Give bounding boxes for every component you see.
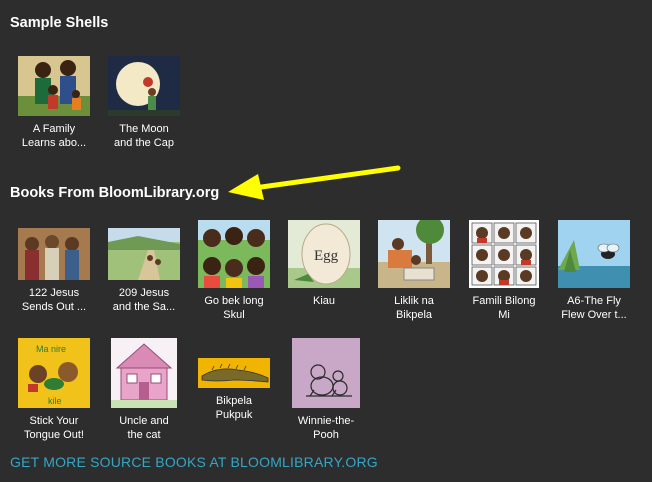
book-cover-image bbox=[469, 220, 539, 288]
book-cover-image bbox=[198, 358, 270, 388]
book-title: Uncle and the cat bbox=[119, 415, 169, 441]
book-title: Winnie-the- Pooh bbox=[297, 415, 355, 441]
book-title: 122 Jesus Sends Out ... bbox=[21, 287, 87, 313]
book-kiau[interactable]: Egg Kiau bbox=[286, 220, 362, 308]
book-stick-your-tongue-out[interactable]: Ma nire kile Stick Your Tongue Out! bbox=[16, 338, 92, 442]
book-cover-image: Ma nire kile bbox=[18, 338, 90, 408]
book-cover-image bbox=[378, 220, 450, 288]
book-title: A6-The Fly Flew Over t... bbox=[561, 295, 627, 321]
book-title: Famili Bilong Mi bbox=[472, 295, 536, 321]
section-title-bloom-library: Books From BloomLibrary.org bbox=[10, 185, 220, 201]
book-bikpela-pukpuk[interactable]: Bikpela Pukpuk bbox=[196, 338, 272, 422]
book-title: Liklik na Bikpela bbox=[394, 295, 434, 321]
book-cover-image: Egg bbox=[288, 220, 360, 288]
book-title: Go bek long Skul bbox=[204, 295, 264, 321]
book-cover-image bbox=[558, 220, 630, 288]
egg-label: Egg bbox=[314, 248, 339, 264]
book-cover-image bbox=[111, 338, 177, 408]
book-uncle-and-the-cat[interactable]: Uncle and the cat bbox=[106, 338, 182, 442]
book-title: Bikpela Pukpuk bbox=[215, 395, 253, 421]
book-title: The Moon and the Cap bbox=[114, 123, 174, 149]
cover-text-bottom: kile bbox=[48, 396, 62, 406]
book-title: Kiau bbox=[312, 295, 336, 307]
cover-text-top: Ma nire bbox=[36, 344, 66, 354]
book-cover-image bbox=[198, 220, 270, 288]
book-cover-image bbox=[18, 56, 90, 116]
book-the-moon-and-the-cap[interactable]: The Moon and the Cap bbox=[106, 56, 182, 150]
book-cover-image bbox=[292, 338, 360, 408]
book-cover-image bbox=[108, 56, 180, 116]
book-winnie-the-pooh[interactable]: Winnie-the- Pooh bbox=[288, 338, 364, 442]
get-more-source-books-link[interactable]: GET MORE SOURCE BOOKS AT BLOOMLIBRARY.OR… bbox=[10, 454, 378, 470]
section-title-sample-shells: Sample Shells bbox=[10, 15, 109, 31]
book-cover-image bbox=[18, 228, 90, 280]
yellow-arrow-annotation bbox=[228, 165, 401, 200]
book-famili-bilong-mi[interactable]: Famili Bilong Mi bbox=[466, 220, 542, 322]
book-209-jesus-and-the-sa[interactable]: 209 Jesus and the Sa... bbox=[106, 220, 182, 314]
book-title: A Family Learns abo... bbox=[21, 123, 87, 149]
book-title: 209 Jesus and the Sa... bbox=[112, 287, 176, 313]
book-a6-the-fly-flew-over[interactable]: A6-The Fly Flew Over t... bbox=[556, 220, 632, 322]
book-a-family-learns[interactable]: A Family Learns abo... bbox=[16, 56, 92, 150]
book-liklik-na-bikpela[interactable]: Liklik na Bikpela bbox=[376, 220, 452, 322]
book-title: Stick Your Tongue Out! bbox=[24, 415, 84, 441]
book-122-jesus-sends-out[interactable]: 122 Jesus Sends Out ... bbox=[16, 220, 92, 314]
book-go-bek-long-skul[interactable]: Go bek long Skul bbox=[196, 220, 272, 322]
book-cover-image bbox=[108, 228, 180, 280]
